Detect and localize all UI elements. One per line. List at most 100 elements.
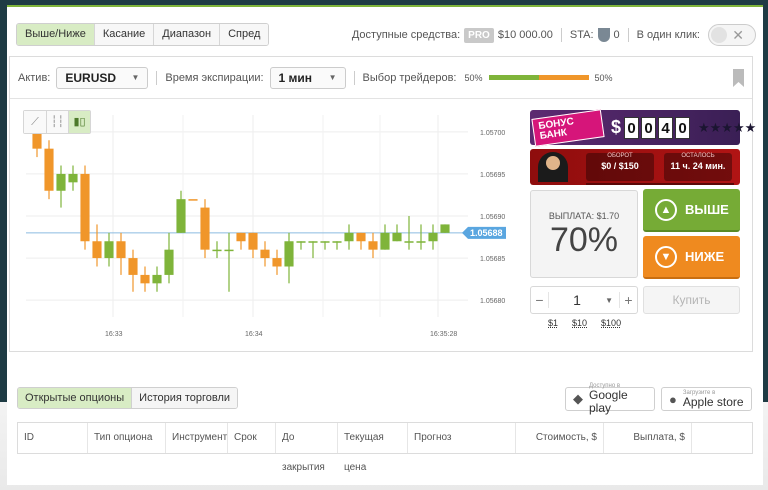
y-tick-label: 1.05690 bbox=[480, 214, 505, 221]
chevron-down-icon: ▼ bbox=[131, 73, 140, 82]
bookmark-icon[interactable] bbox=[733, 69, 744, 87]
bar-chart-icon[interactable]: ┆┆ bbox=[46, 111, 68, 133]
payout-box: ВЫПЛАТА: $1.70 70% bbox=[530, 190, 638, 278]
expiry-label: Время экспирации: bbox=[165, 71, 264, 84]
candle-body bbox=[236, 232, 246, 242]
google-play-button[interactable]: ◆ Доступно в Google play bbox=[565, 383, 655, 415]
candle-body bbox=[164, 249, 174, 275]
column-header[interactable]: До закрытия bbox=[276, 423, 338, 473]
payout-label: ВЫПЛАТА: $1.70 bbox=[548, 211, 620, 221]
divider bbox=[560, 28, 562, 42]
tab-touch[interactable]: Касание bbox=[93, 24, 154, 45]
candle-body bbox=[332, 241, 342, 243]
candle-body bbox=[428, 232, 438, 242]
one-click-toggle[interactable]: ✕ bbox=[708, 24, 756, 46]
line-chart-icon[interactable]: ⟋ bbox=[24, 111, 46, 133]
quick-amount-10[interactable]: $10 bbox=[572, 318, 587, 328]
turnover-value: $0 / $150 bbox=[601, 161, 639, 171]
option-type-tabs: Выше/Ниже Касание Диапазон Спред bbox=[16, 23, 270, 46]
candle-body bbox=[284, 241, 294, 267]
column-header[interactable]: Выплата, $ bbox=[604, 423, 692, 453]
candle-body bbox=[380, 232, 390, 250]
tab-range[interactable]: Диапазон bbox=[153, 24, 220, 45]
candle-body bbox=[176, 199, 186, 233]
candle-body bbox=[32, 131, 42, 149]
y-tick-label: 1.05695 bbox=[480, 172, 505, 179]
tab-open-options[interactable]: Открытые опционы bbox=[18, 388, 133, 408]
candle-body bbox=[440, 224, 450, 233]
google-play-label: Google play bbox=[589, 388, 628, 415]
column-header[interactable]: ID bbox=[18, 423, 88, 453]
bonus-dollar: $ bbox=[610, 117, 621, 137]
asset-select[interactable]: EURUSD ▼ bbox=[56, 66, 149, 89]
vip-banner[interactable]: ОБОРОТ $0 / $150 ОСТАЛОСЬ 11 ч. 24 мин. bbox=[530, 149, 740, 185]
y-tick-label: 1.05680 bbox=[480, 298, 505, 305]
decrease-button[interactable]: − bbox=[531, 292, 549, 308]
candle-body bbox=[272, 258, 282, 267]
quick-amount-1[interactable]: $1 bbox=[548, 318, 558, 328]
candle-body bbox=[116, 241, 126, 259]
apple-store-button[interactable]: ● Загрузите в Apple store bbox=[661, 387, 752, 411]
candle-body bbox=[128, 258, 138, 275]
column-header[interactable]: Текущая цена bbox=[338, 423, 408, 473]
column-header[interactable]: Срок bbox=[228, 423, 276, 453]
candle-body bbox=[368, 241, 378, 250]
chevron-down-icon[interactable]: ▼ bbox=[605, 296, 613, 305]
call-button[interactable]: ▲ ВЫШЕ bbox=[643, 189, 740, 232]
candle-body bbox=[92, 241, 102, 259]
column-header[interactable]: Стоимость, $ bbox=[516, 423, 604, 453]
candle-chart-icon[interactable]: ▮▯ bbox=[68, 111, 90, 133]
bonus-digit: 0 bbox=[624, 116, 639, 139]
column-header[interactable]: Прогноз bbox=[408, 423, 516, 453]
bonus-counter: 0 0 4 0 bbox=[624, 116, 692, 139]
candle-body bbox=[212, 249, 222, 252]
funds-label: Доступные средства: bbox=[351, 29, 461, 41]
divider bbox=[627, 28, 629, 42]
chart-svg: 1.05700 1.05695 1.05690 1.05685 1.05680 16:33… bbox=[26, 115, 506, 338]
android-icon: ◆ bbox=[573, 391, 583, 406]
expiry-value: 1 мин bbox=[278, 70, 313, 85]
candle-body bbox=[200, 207, 210, 250]
account-status: Доступные средства: PRO $10 000.00 STA: … bbox=[352, 24, 756, 46]
put-button[interactable]: ▼ НИЖЕ bbox=[643, 236, 740, 279]
candle-body bbox=[68, 173, 78, 183]
chevron-down-icon: ▼ bbox=[328, 73, 337, 82]
x-tick-label: 16:34 bbox=[245, 331, 263, 338]
candle-body bbox=[416, 241, 426, 243]
time-left-block: ОСТАЛОСЬ 11 ч. 24 мин. bbox=[664, 153, 732, 181]
column-header[interactable]: Инструмент bbox=[166, 423, 228, 453]
traders-left-pct: 50% bbox=[464, 72, 483, 83]
candle-body bbox=[296, 241, 306, 243]
payout-percent: 70% bbox=[549, 221, 619, 259]
bonus-bank-banner[interactable]: БОНУС БАНК $ 0 0 4 0 ★★★★★ bbox=[530, 108, 756, 147]
options-table-header: ID Тип опциона Инструмент Срок До закрыт… bbox=[17, 422, 753, 473]
pro-badge[interactable]: PRO bbox=[464, 27, 494, 43]
asset-value: EURUSD bbox=[65, 70, 117, 85]
put-label: НИЖЕ bbox=[685, 249, 725, 264]
tab-trade-history[interactable]: История торговли bbox=[132, 388, 238, 408]
x-tick-label: 16:33 bbox=[105, 331, 123, 338]
close-icon: ✕ bbox=[732, 27, 744, 43]
tab-spread[interactable]: Спред bbox=[219, 24, 269, 45]
expiry-select[interactable]: 1 мин ▼ bbox=[269, 66, 346, 89]
column-header[interactable]: Тип опциона bbox=[88, 423, 166, 453]
traders-sentiment-bar bbox=[488, 75, 589, 80]
quick-amounts: $1 $10 $100 bbox=[548, 318, 635, 328]
column-header-empty bbox=[692, 423, 752, 453]
bonus-digit: 0 bbox=[641, 116, 656, 139]
increase-button[interactable]: + bbox=[619, 292, 637, 308]
options-bar: Актив: EURUSD ▼ Время экспирации: 1 мин … bbox=[10, 57, 752, 99]
call-label: ВЫШЕ bbox=[685, 202, 729, 217]
candle-body bbox=[356, 232, 366, 242]
bonus-bank-logo: БОНУС БАНК bbox=[531, 108, 605, 147]
quick-amount-100[interactable]: $100 bbox=[601, 318, 621, 328]
buy-button[interactable]: Купить bbox=[643, 286, 740, 314]
time-left-value: 11 ч. 24 мин. bbox=[670, 161, 726, 171]
amount-input[interactable]: 1 bbox=[549, 292, 605, 308]
tab-high-low[interactable]: Выше/Ниже bbox=[17, 24, 94, 45]
traders-label: Выбор трейдеров: bbox=[362, 71, 457, 84]
candle-body bbox=[188, 199, 198, 201]
candle-body bbox=[320, 241, 330, 243]
candle-body bbox=[392, 232, 402, 242]
shield-icon bbox=[597, 28, 610, 42]
